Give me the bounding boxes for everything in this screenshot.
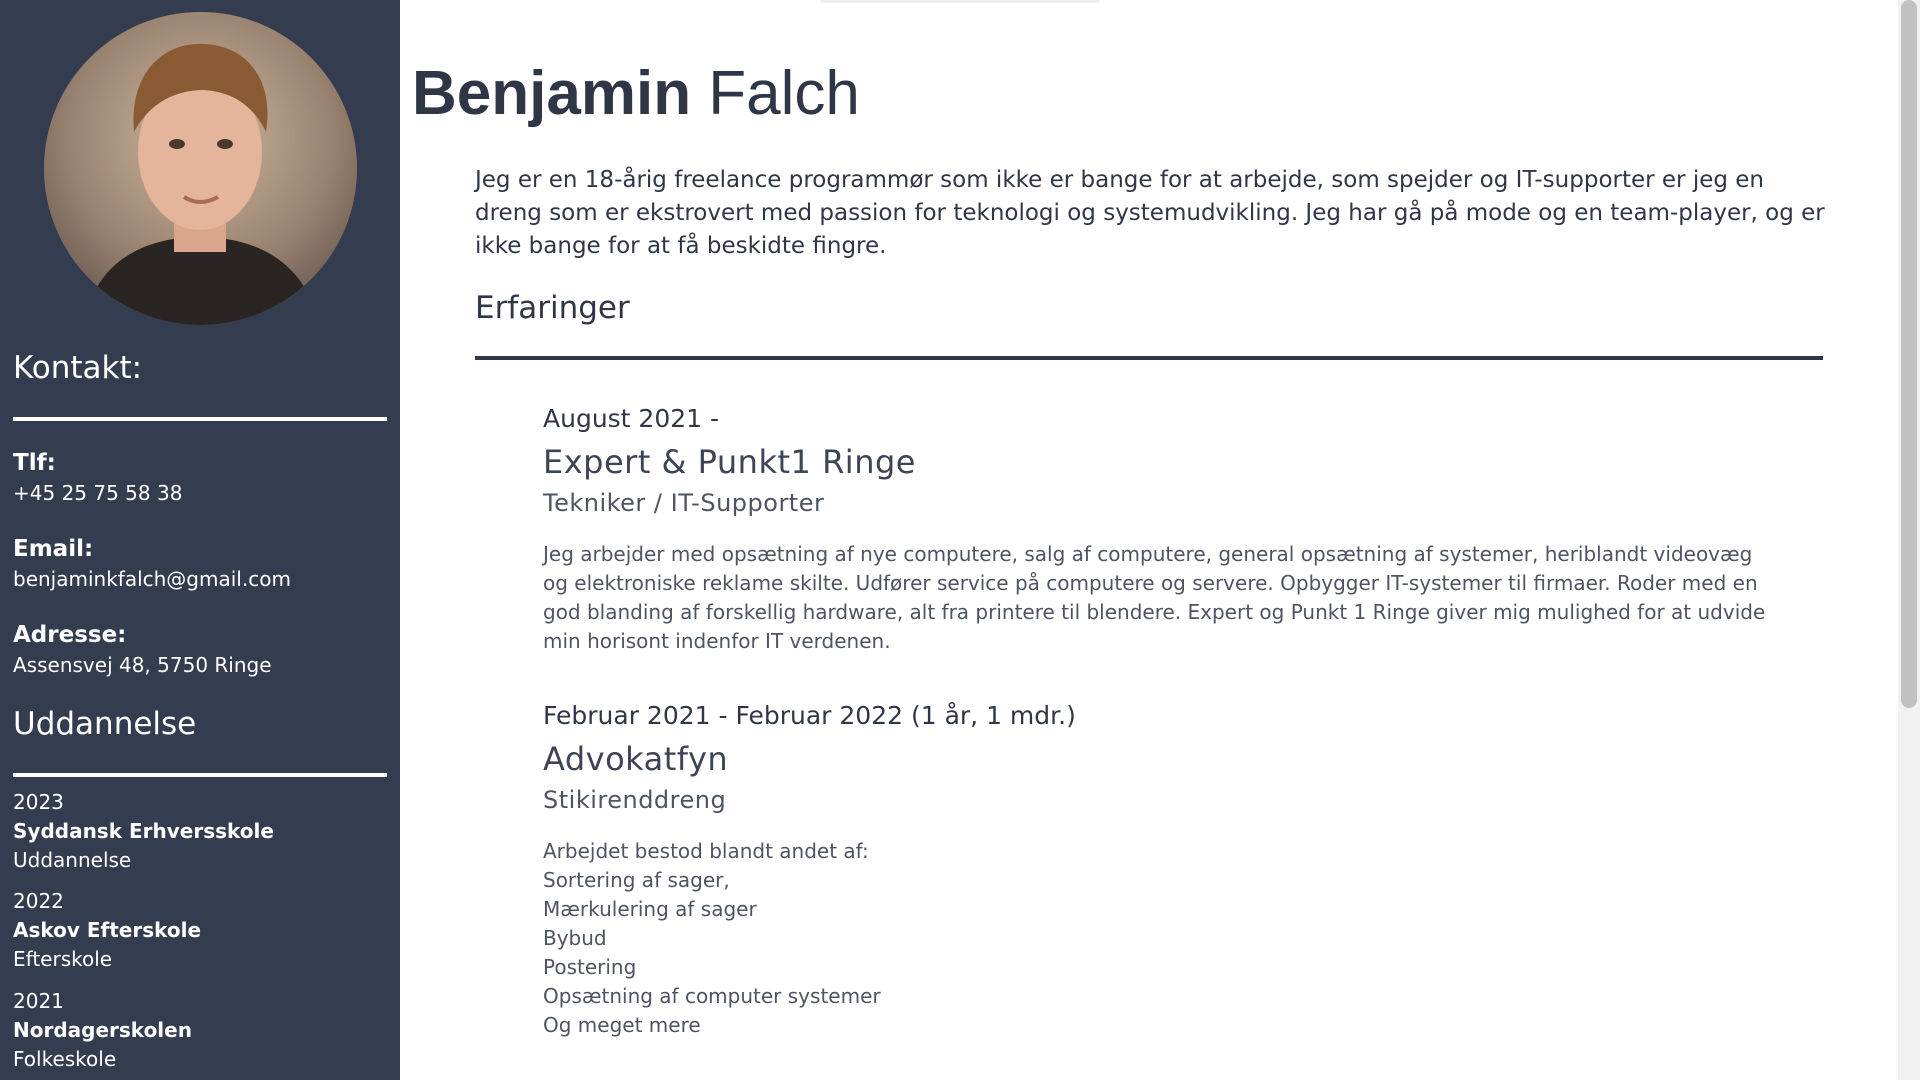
job-date: August 2021 -	[543, 404, 720, 433]
job-entry: Februar 2021 - Februar 2022 (1 år, 1 mdr…	[543, 699, 1843, 1040]
profile-photo-illustration	[44, 12, 357, 325]
education-item: 2022 Askov Efterskole Efterskole	[13, 887, 393, 974]
education-type: Folkeskole	[13, 1047, 117, 1071]
job-company: Advokatfyn	[543, 740, 729, 778]
education-year: 2021	[13, 989, 64, 1013]
education-item: 2023 Syddansk Erhversskole Uddannelse	[13, 788, 393, 875]
education-school: Syddansk Erhversskole	[13, 819, 274, 843]
education-year: 2022	[13, 889, 64, 913]
address-label: Adresse:	[13, 622, 127, 648]
sidebar: Kontakt: Tlf: +45 25 75 58 38 Email: ben…	[0, 0, 400, 1080]
contact-heading: Kontakt:	[13, 350, 143, 386]
job-role: Stikirenddreng	[543, 786, 727, 814]
contact-email: Email: benjaminkfalch@gmail.com	[13, 534, 393, 594]
job-line: Bybud	[543, 926, 607, 950]
contact-address: Adresse: Assensvej 48, 5750 Ringe	[13, 620, 393, 680]
job-role: Tekniker / IT-Supporter	[543, 489, 825, 517]
education-divider	[13, 773, 387, 777]
vertical-scrollbar[interactable]	[1898, 0, 1920, 1080]
education-type: Uddannelse	[13, 848, 132, 872]
job-entry: August 2021 - Expert & Punkt1 Ringe Tekn…	[543, 402, 1843, 656]
job-description: Arbejdet bestod blandt andet af: Sorteri…	[543, 837, 1773, 1040]
experience-divider	[475, 356, 1823, 360]
job-line: Sortering af sager,	[543, 868, 730, 892]
first-name: Benjamin	[412, 59, 692, 128]
main-content: Benjamin Falch Jeg er en 18-årig freelan…	[400, 0, 1898, 1080]
job-line: Postering	[543, 955, 637, 979]
job-line: Mærkulering af sager	[543, 897, 757, 921]
contact-phone: Tlf: +45 25 75 58 38	[13, 448, 393, 508]
last-name: Falch	[708, 59, 860, 128]
phone-label: Tlf:	[13, 450, 56, 476]
scrollbar-thumb[interactable]	[1901, 0, 1917, 708]
education-school: Nordagerskolen	[13, 1018, 192, 1042]
job-line: Opsætning af computer systemer	[543, 984, 881, 1008]
profile-photo	[44, 12, 357, 325]
experience-heading: Erfaringer	[475, 290, 630, 326]
education-year: 2023	[13, 790, 64, 814]
email-value: benjaminkfalch@gmail.com	[13, 567, 291, 591]
job-description: Jeg arbejder med opsætning af nye comput…	[543, 542, 1766, 653]
job-line: Arbejdet bestod blandt andet af:	[543, 839, 869, 863]
email-label: Email:	[13, 536, 94, 562]
education-heading: Uddannelse	[13, 706, 197, 742]
job-date: Februar 2021 - Februar 2022 (1 år, 1 mdr…	[543, 701, 1076, 730]
intro-text: Jeg er en 18-årig freelance programmør s…	[475, 167, 1825, 259]
page-title: Benjamin Falch	[412, 58, 860, 129]
contact-divider	[13, 417, 387, 421]
phone-value: +45 25 75 58 38	[13, 481, 183, 505]
education-item: 2021 Nordagerskolen Folkeskole	[13, 987, 393, 1074]
job-company: Expert & Punkt1 Ringe	[543, 443, 916, 481]
education-type: Efterskole	[13, 947, 113, 971]
address-value: Assensvej 48, 5750 Ringe	[13, 653, 272, 677]
education-school: Askov Efterskole	[13, 918, 202, 942]
job-line: Og meget mere	[543, 1013, 701, 1037]
top-edge-tab	[820, 0, 1100, 3]
